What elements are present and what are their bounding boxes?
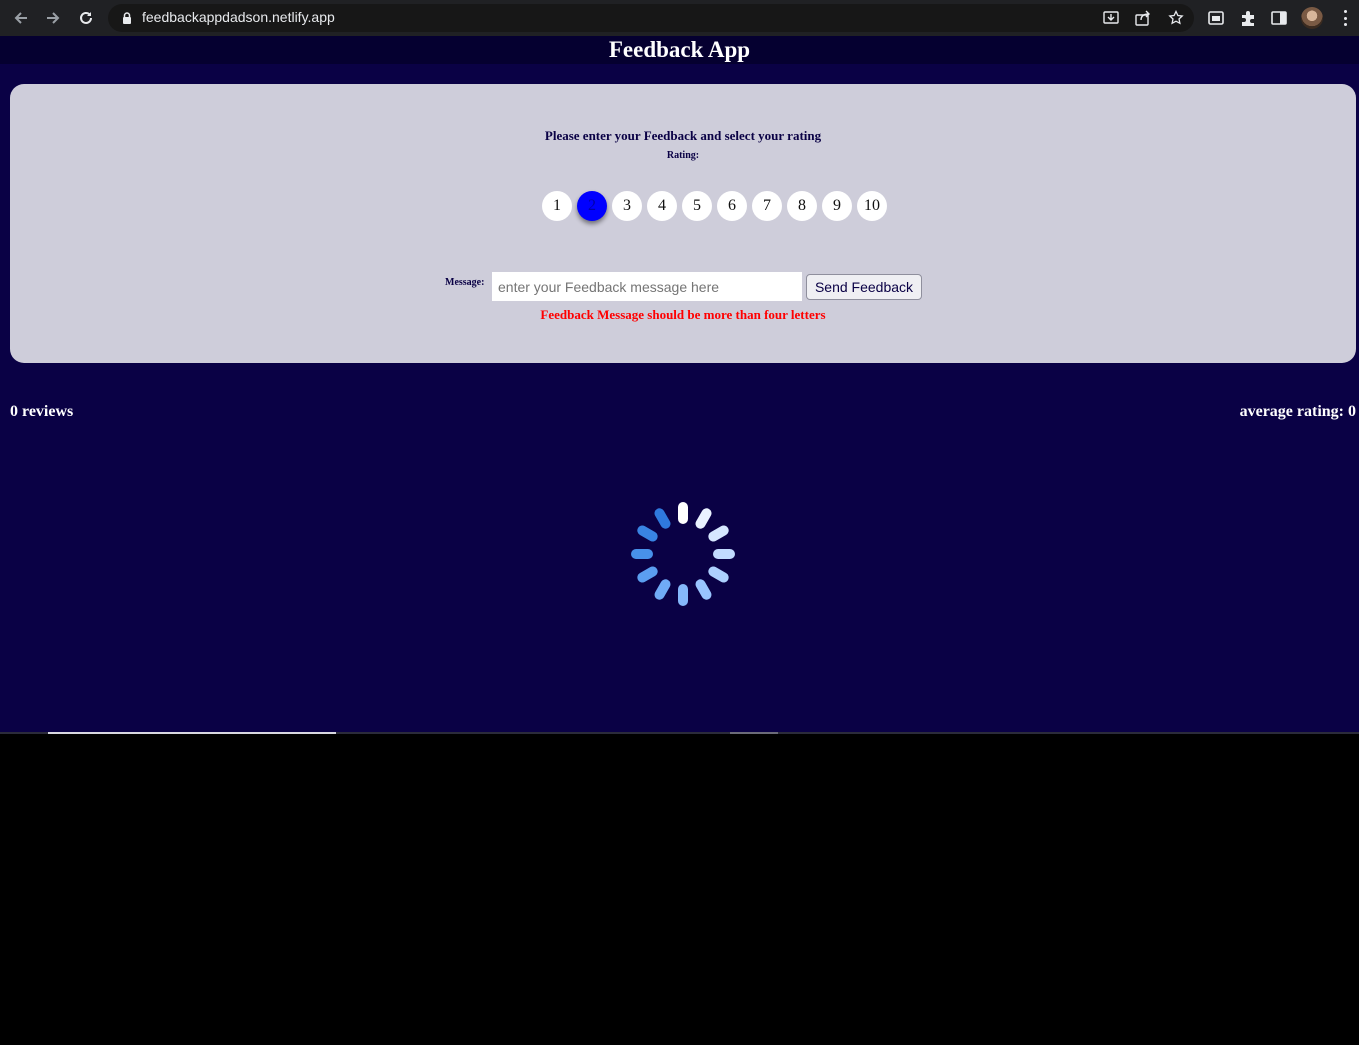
rating-option-9[interactable]: 9	[822, 191, 852, 221]
rating-option-1[interactable]: 1	[542, 191, 572, 221]
bottom-indicator-left	[48, 732, 336, 734]
send-feedback-button[interactable]: Send Feedback	[806, 274, 922, 300]
side-panel-icon[interactable]	[1270, 9, 1288, 27]
form-prompt: Please enter your Feedback and select yo…	[544, 128, 822, 143]
lock-icon[interactable]	[120, 11, 134, 25]
rating-option-4[interactable]: 4	[647, 191, 677, 221]
rating-option-2-selected[interactable]: 2	[577, 191, 607, 221]
rating-option-3[interactable]: 3	[612, 191, 642, 221]
bottom-indicator-right	[730, 732, 778, 734]
star-icon[interactable]	[1168, 10, 1184, 26]
reviews-count: 0 reviews	[10, 403, 74, 420]
menu-kebab-icon[interactable]	[1338, 8, 1352, 28]
app-title: Feedback App	[608, 37, 751, 62]
rating-option-7[interactable]: 7	[752, 191, 782, 221]
profile-avatar[interactable]	[1301, 7, 1323, 29]
rating-options: 1 2 3 4 5 6 7 8 9 10	[542, 191, 887, 221]
rating-option-10[interactable]: 10	[857, 191, 887, 221]
extensions-icon[interactable]	[1239, 9, 1257, 27]
forward-arrow-icon[interactable]	[42, 7, 64, 29]
address-bar[interactable]: feedbackappdadson.netlify.app	[108, 4, 1194, 32]
average-rating: average rating: 0	[1239, 403, 1356, 420]
tab-search-icon[interactable]	[1207, 9, 1225, 27]
message-label: Message:	[445, 277, 485, 288]
rating-option-6[interactable]: 6	[717, 191, 747, 221]
share-icon[interactable]	[1135, 10, 1151, 26]
reload-icon[interactable]	[75, 7, 97, 29]
url-text[interactable]: feedbackappdadson.netlify.app	[142, 9, 335, 25]
back-arrow-icon[interactable]	[10, 7, 32, 29]
rating-option-5[interactable]: 5	[682, 191, 712, 221]
feedback-form-card: Please enter your Feedback and select yo…	[10, 84, 1356, 363]
loading-spinner-icon	[631, 502, 735, 606]
validation-error: Feedback Message should be more than fou…	[540, 307, 826, 322]
rating-label: Rating:	[666, 150, 700, 161]
browser-toolbar: feedbackappdadson.netlify.app	[0, 0, 1359, 36]
rating-option-8[interactable]: 8	[787, 191, 817, 221]
app-page: Feedback App Please enter your Feedback …	[0, 36, 1359, 733]
install-icon[interactable]	[1103, 10, 1119, 26]
app-header: Feedback App	[0, 36, 1359, 64]
message-input[interactable]	[492, 272, 802, 301]
